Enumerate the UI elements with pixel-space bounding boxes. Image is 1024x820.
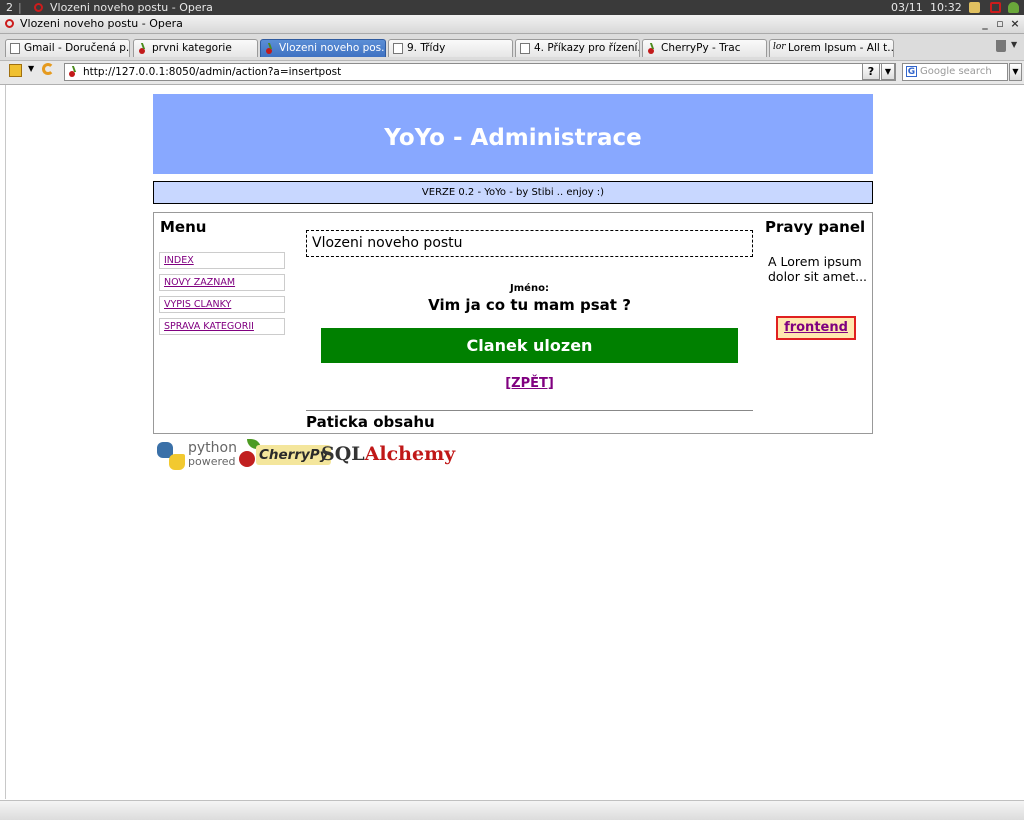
window-title-bar: Vlozeni noveho postu - Opera _ ▫ × (0, 15, 1024, 34)
frontend-link[interactable]: frontend (776, 316, 856, 340)
system-window-title[interactable]: Vlozeni noveho postu - Opera (50, 0, 213, 15)
cherry-icon (138, 43, 148, 54)
chevron-down-icon[interactable]: ▼ (28, 64, 34, 73)
update-tray-icon[interactable] (1008, 2, 1019, 13)
page-icon (10, 43, 20, 54)
system-top-bar: 2 | Vlozeni noveho postu - Opera 03/11 1… (0, 0, 1024, 15)
tab-prikazy[interactable]: 4. Příkazy pro řízení... (515, 39, 640, 57)
page-header: YoYo - Administrace (153, 94, 873, 174)
tab-label: 9. Třídy (407, 42, 446, 54)
system-date: 03/11 (891, 1, 923, 14)
tab-label: Lorem Ipsum - All t... (788, 42, 894, 54)
page-title: YoYo - Administrace (384, 125, 642, 151)
name-value: Vim ja co tu mam psat ? (428, 296, 631, 314)
address-dropdown-button[interactable]: ▼ (881, 63, 895, 80)
separator: | (18, 1, 22, 14)
trash-icon[interactable] (996, 40, 1006, 52)
back-link[interactable]: [ZPĚT] (306, 376, 753, 391)
cherry-icon (69, 67, 79, 77)
footer-divider (306, 410, 753, 411)
restore-button[interactable]: ▫ (993, 15, 1007, 33)
help-button[interactable]: ? (862, 63, 880, 80)
tab-prvni-kategorie[interactable]: prvni kategorie (133, 39, 258, 57)
close-button[interactable]: × (1008, 15, 1022, 33)
search-placeholder: Google search (920, 66, 992, 77)
address-input[interactable]: http://127.0.0.1:8050/admin/action?a=ins… (64, 63, 896, 81)
tab-label: Vlozeni noveho pos... (279, 42, 386, 54)
page-icon (393, 43, 403, 54)
tab-vlozeni-noveho-postu[interactable]: Vlozeni noveho pos... (260, 39, 386, 57)
cherry-icon (647, 43, 657, 54)
cherrypy-logo[interactable]: CherryPy (239, 439, 332, 471)
python-powered-logo[interactable]: python powered (157, 440, 237, 470)
workspace-number[interactable]: 2 (6, 0, 13, 15)
saved-message: Clanek ulozen (321, 328, 738, 363)
post-heading: Vlozeni noveho postu (306, 230, 753, 257)
opera-window-icon (5, 19, 14, 28)
tab-label: Gmail - Doručená p... (24, 42, 130, 54)
menu-list: INDEX NOVY ZAZNAM VYPIS CLANKY SPRAVA KA… (159, 252, 285, 340)
tab-label: CherryPy - Trac (661, 42, 741, 54)
panels-icon[interactable] (9, 64, 22, 77)
chevron-down-icon[interactable]: ▼ (1011, 40, 1017, 49)
cherry-icon (239, 451, 255, 467)
window-title: Vlozeni noveho postu - Opera (20, 17, 183, 30)
system-clock[interactable]: 10:32 (930, 0, 962, 15)
search-input[interactable]: G Google search (902, 63, 1008, 81)
sqlalchemy-logo[interactable]: SQLAlchemy (321, 443, 455, 465)
tab-lorem-ipsum[interactable]: lor Lorem Ipsum - All t... (769, 39, 894, 57)
menu-title: Menu (160, 218, 207, 236)
address-toolbar: ▼ http://127.0.0.1:8050/admin/action?a=i… (0, 61, 1024, 85)
tab-bar: Gmail - Doručená p... prvni kategorie Vl… (0, 34, 1024, 61)
menu-item-novy-zaznam[interactable]: NOVY ZAZNAM (159, 274, 285, 291)
sqlalchemy-logo-alchemy: Alchemy (364, 443, 456, 465)
reload-icon[interactable] (42, 63, 54, 75)
tab-gmail[interactable]: Gmail - Doručená p... (5, 39, 130, 57)
status-bar (0, 800, 1024, 820)
tab-label: prvni kategorie (152, 42, 232, 54)
opera-icon (34, 3, 43, 12)
tab-tridy[interactable]: 9. Třídy (388, 39, 513, 57)
google-icon: G (906, 66, 917, 77)
menu-item-sprava-kategorii[interactable]: SPRAVA KATEGORII (159, 318, 285, 335)
python-icon (157, 442, 185, 470)
sqlalchemy-logo-sql: SQL (321, 443, 365, 465)
python-logo-text: python (188, 440, 237, 456)
name-label: Jméno: (510, 283, 549, 294)
python-logo-subtext: powered (188, 455, 236, 468)
right-panel-title: Pravy panel (765, 218, 866, 236)
tab-cherrypy-trac[interactable]: CherryPy - Trac (642, 39, 767, 57)
clipboard-tray-icon[interactable] (969, 2, 980, 13)
minimize-button[interactable]: _ (978, 15, 992, 33)
cherry-icon (265, 43, 275, 54)
search-engine-dropdown[interactable]: ▼ (1009, 63, 1022, 81)
main-layout: Menu INDEX NOVY ZAZNAM VYPIS CLANKY SPRA… (153, 212, 873, 434)
opera-tray-icon[interactable] (990, 2, 1001, 13)
content-footer: Paticka obsahu (306, 413, 435, 431)
address-url: http://127.0.0.1:8050/admin/action?a=ins… (83, 66, 342, 78)
version-bar: VERZE 0.2 - YoYo - by Stibi .. enjoy :) (153, 181, 873, 204)
page-icon (520, 43, 530, 54)
menu-item-index[interactable]: INDEX (159, 252, 285, 269)
right-panel-text: A Lorem ipsum dolor sit amet... (768, 254, 868, 284)
lorem-icon: lor (773, 42, 786, 52)
tab-label: 4. Příkazy pro řízení... (534, 42, 640, 54)
menu-item-vypis-clanky[interactable]: VYPIS CLANKY (159, 296, 285, 313)
